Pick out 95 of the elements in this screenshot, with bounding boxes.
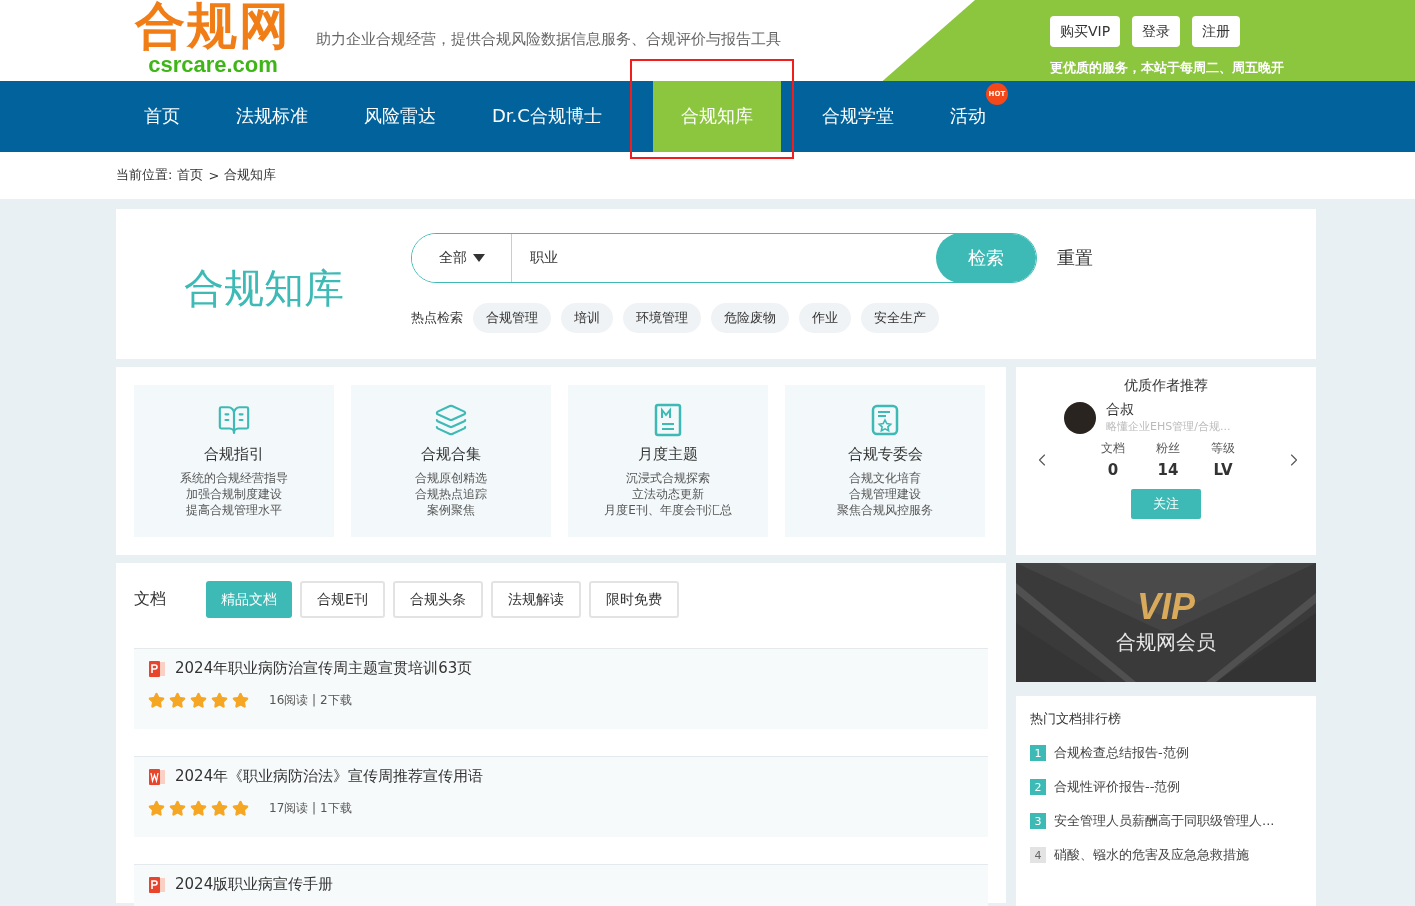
page-title: 合规知库 — [182, 264, 345, 313]
author-panel-title: 优质作者推荐 — [1124, 377, 1208, 395]
header-button[interactable]: 购买VIP — [1050, 16, 1121, 47]
stat-value: 14 — [1157, 461, 1179, 479]
stat-value: 0 — [1107, 461, 1119, 479]
breadcrumb-link[interactable]: 首页 — [177, 166, 204, 185]
vip-logo: VIP — [1137, 589, 1195, 625]
star-icon — [232, 800, 249, 817]
breadcrumb-separator: > — [208, 167, 220, 183]
category-title: 月度主题 — [638, 445, 698, 464]
nav-item[interactable]: 合规学堂 — [793, 80, 922, 152]
document-item[interactable]: 2024年职业病防治宣传周主题宣贯培训63页 16阅读 | 2下载 — [134, 648, 988, 729]
document-item[interactable]: 2024版职业病宣传手册 — [134, 864, 988, 906]
vip-banner[interactable]: VIP 合规网会员 — [1016, 563, 1316, 682]
hot-tag[interactable]: 危险废物 — [711, 303, 789, 333]
category-line: 提高合规管理水平 — [186, 502, 282, 518]
layers-icon — [434, 403, 468, 437]
category-card[interactable]: 合规专委会 合规文化培育 合规管理建设 聚焦合规风控服务 — [785, 385, 985, 537]
avatar[interactable] — [1064, 401, 1096, 434]
rank-number: 3 — [1030, 813, 1046, 829]
book-icon — [217, 403, 251, 437]
hot-tag[interactable]: 培训 — [561, 303, 613, 333]
breadcrumb-label: 当前位置: — [116, 166, 173, 185]
category-title: 合规合集 — [421, 445, 481, 464]
stat-label: 文档 — [1101, 440, 1125, 457]
nav-item[interactable]: 法规标准 — [208, 80, 336, 152]
hot-tag[interactable]: 安全生产 — [861, 303, 939, 333]
doc-tab[interactable]: 法规解读 — [490, 581, 581, 618]
category-line: 合规文化培育 — [849, 470, 921, 486]
doc-tab[interactable]: 合规头条 — [392, 581, 483, 618]
category-line: 系统的合规经营指导 — [180, 470, 288, 486]
rank-number: 2 — [1030, 779, 1046, 795]
doc-tab[interactable]: 限时免费 — [588, 581, 679, 618]
star-icon — [211, 800, 228, 817]
star-icon — [211, 692, 228, 709]
rank-number: 1 — [1030, 745, 1046, 761]
document-item[interactable]: 2024年《职业病防治法》宣传周推荐宣传用语 17阅读 | 1下载 — [134, 756, 988, 837]
document-title: 2024年职业病防治宣传周主题宣贯培训63页 — [175, 659, 473, 678]
hot-tag[interactable]: 作业 — [799, 303, 851, 333]
hot-search-label: 热点检索 — [411, 309, 463, 327]
header-button[interactable]: 登录 — [1132, 16, 1181, 47]
doc-tab[interactable]: 合规E刊 — [300, 581, 385, 618]
category-line: 聚焦合规风控服务 — [837, 502, 933, 518]
stat-label: 粉丝 — [1156, 440, 1180, 457]
category-line: 月度E刊、年度会刊汇总 — [604, 502, 732, 518]
presentation-file-icon — [148, 659, 166, 678]
category-line: 立法动态更新 — [632, 486, 704, 502]
nav-item[interactable]: Dr.C合规博士 — [464, 80, 630, 152]
star-icon — [190, 692, 207, 709]
star-icon — [169, 692, 186, 709]
star-icon — [232, 692, 249, 709]
category-line: 合规热点追踪 — [415, 486, 487, 502]
header-button[interactable]: 注册 — [1192, 16, 1241, 47]
scope-dropdown[interactable]: 全部 — [412, 234, 512, 282]
category-title: 合规专委会 — [847, 445, 923, 464]
nav-item[interactable]: 首页 — [116, 80, 208, 152]
notice-text: 更优质的服务，本站于每周二、周五晚开 — [1050, 59, 1285, 77]
caret-icon — [472, 254, 485, 262]
stat-value: LV — [1213, 461, 1233, 479]
ranking-item[interactable]: 4 硝酸、镪水的危害及应急急救措施 — [1030, 846, 1302, 864]
star-icon — [148, 800, 165, 817]
ranking-title: 热门文档排行榜 — [1030, 710, 1122, 728]
category-line: 合规管理建设 — [849, 486, 921, 502]
hot-tag[interactable]: 合规管理 — [473, 303, 551, 333]
category-card[interactable]: 合规合集 合规原创精选 合规热点追踪 案例聚焦 — [351, 385, 551, 537]
ranking-item[interactable]: 3 安全管理人员薪酬高于同职级管理人... — [1030, 812, 1302, 830]
breadcrumb-link[interactable]: 合规知库 — [224, 166, 277, 185]
author-name[interactable]: 合叔 — [1106, 401, 1231, 419]
rank-number: 4 — [1030, 847, 1046, 863]
category-line: 合规原创精选 — [415, 470, 487, 486]
document-stats: 16阅读 | 2下载 — [269, 692, 352, 709]
slogan: 助力企业合规经营，提供合规风险数据信息服务、合规评价与报告工具 — [316, 30, 781, 50]
section-label: 文档 — [134, 589, 167, 610]
category-title: 合规指引 — [204, 445, 264, 464]
reset-link[interactable]: 重置 — [1057, 246, 1093, 270]
category-card[interactable]: 合规指引 系统的合规经营指导 加强合规制度建设 提高合规管理水平 — [134, 385, 334, 537]
ranking-item[interactable]: 2 合规性评价报告--范例 — [1030, 778, 1302, 796]
vip-caption: 合规网会员 — [1116, 629, 1216, 656]
category-card[interactable]: 月度主题 沉浸式合规探索 立法动态更新 月度E刊、年度会刊汇总 — [568, 385, 768, 537]
document-stats: 17阅读 | 1下载 — [269, 800, 352, 817]
star-icon — [169, 800, 186, 817]
stat-label: 等级 — [1211, 440, 1235, 457]
category-line: 案例聚焦 — [427, 502, 475, 518]
search-field[interactable]: 全部 职业 检索 — [411, 233, 1037, 283]
document-title: 2024版职业病宣传手册 — [175, 875, 334, 894]
ranking-item[interactable]: 1 合规检查总结报告-范例 — [1030, 744, 1302, 762]
hot-tag[interactable]: 环境管理 — [623, 303, 701, 333]
star-icon — [148, 692, 165, 709]
word-file-icon — [148, 767, 166, 786]
category-line: 沉浸式合规探索 — [626, 470, 710, 486]
document-title: 2024年《职业病防治法》宣传周推荐宣传用语 — [175, 767, 484, 786]
star-icon — [190, 800, 207, 817]
nav-item[interactable]: 风险雷达 — [336, 80, 464, 152]
category-line: 加强合规制度建设 — [186, 486, 282, 502]
presentation-file-icon — [148, 875, 166, 894]
